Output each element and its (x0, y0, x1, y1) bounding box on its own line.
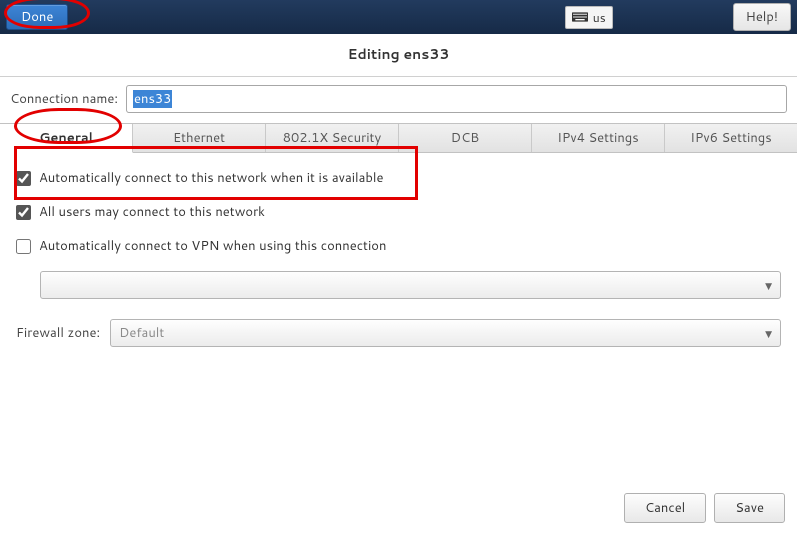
chevron-down-icon: ▼ (765, 279, 772, 292)
dialog-title: Editing ens33 (0, 34, 797, 77)
all-users-label: All users may connect to this network (39, 203, 265, 221)
connection-name-label: Connection name: (10, 90, 118, 108)
tab-8021x[interactable]: 802.1X Security (266, 124, 399, 152)
tab-ipv6[interactable]: IPv6 Settings (665, 124, 797, 152)
tab-dcb[interactable]: DCB (399, 124, 532, 152)
tab-general[interactable]: General (0, 124, 133, 153)
firewall-zone-label: Firewall zone: (16, 324, 100, 342)
tab-ipv4[interactable]: IPv4 Settings (532, 124, 665, 152)
keyboard-layout-indicator[interactable]: us (565, 6, 613, 29)
tab-ethernet[interactable]: Ethernet (133, 124, 266, 152)
vpn-auto-label: Automatically connect to VPN when using … (39, 237, 386, 255)
help-button[interactable]: Help! (733, 3, 791, 31)
keyboard-icon (572, 12, 588, 22)
firewall-zone-value: Default (119, 324, 164, 342)
all-users-checkbox[interactable] (16, 205, 31, 220)
done-button[interactable]: Done (6, 4, 68, 30)
installer-topbar: Done us Help! (0, 0, 797, 34)
tab-body-general: Automatically connect to this network wh… (0, 153, 797, 363)
vpn-select-combo[interactable]: ▼ (40, 271, 781, 299)
tab-bar: General Ethernet 802.1X Security DCB IPv… (0, 123, 797, 153)
connection-editor-dialog: Editing ens33 Connection name: ens33 Gen… (0, 34, 797, 557)
connection-name-input[interactable]: ens33 (126, 85, 787, 113)
vpn-auto-checkbox[interactable] (16, 239, 31, 254)
firewall-zone-combo[interactable]: Default ▼ (110, 319, 781, 347)
save-button[interactable]: Save (714, 493, 785, 523)
chevron-down-icon: ▼ (765, 327, 772, 340)
auto-connect-label: Automatically connect to this network wh… (39, 169, 384, 187)
auto-connect-checkbox[interactable] (16, 171, 31, 186)
cancel-button[interactable]: Cancel (624, 493, 706, 523)
dialog-footer: Cancel Save (624, 493, 785, 523)
keyboard-layout-label: us (593, 9, 606, 26)
connection-name-value: ens33 (133, 90, 172, 108)
